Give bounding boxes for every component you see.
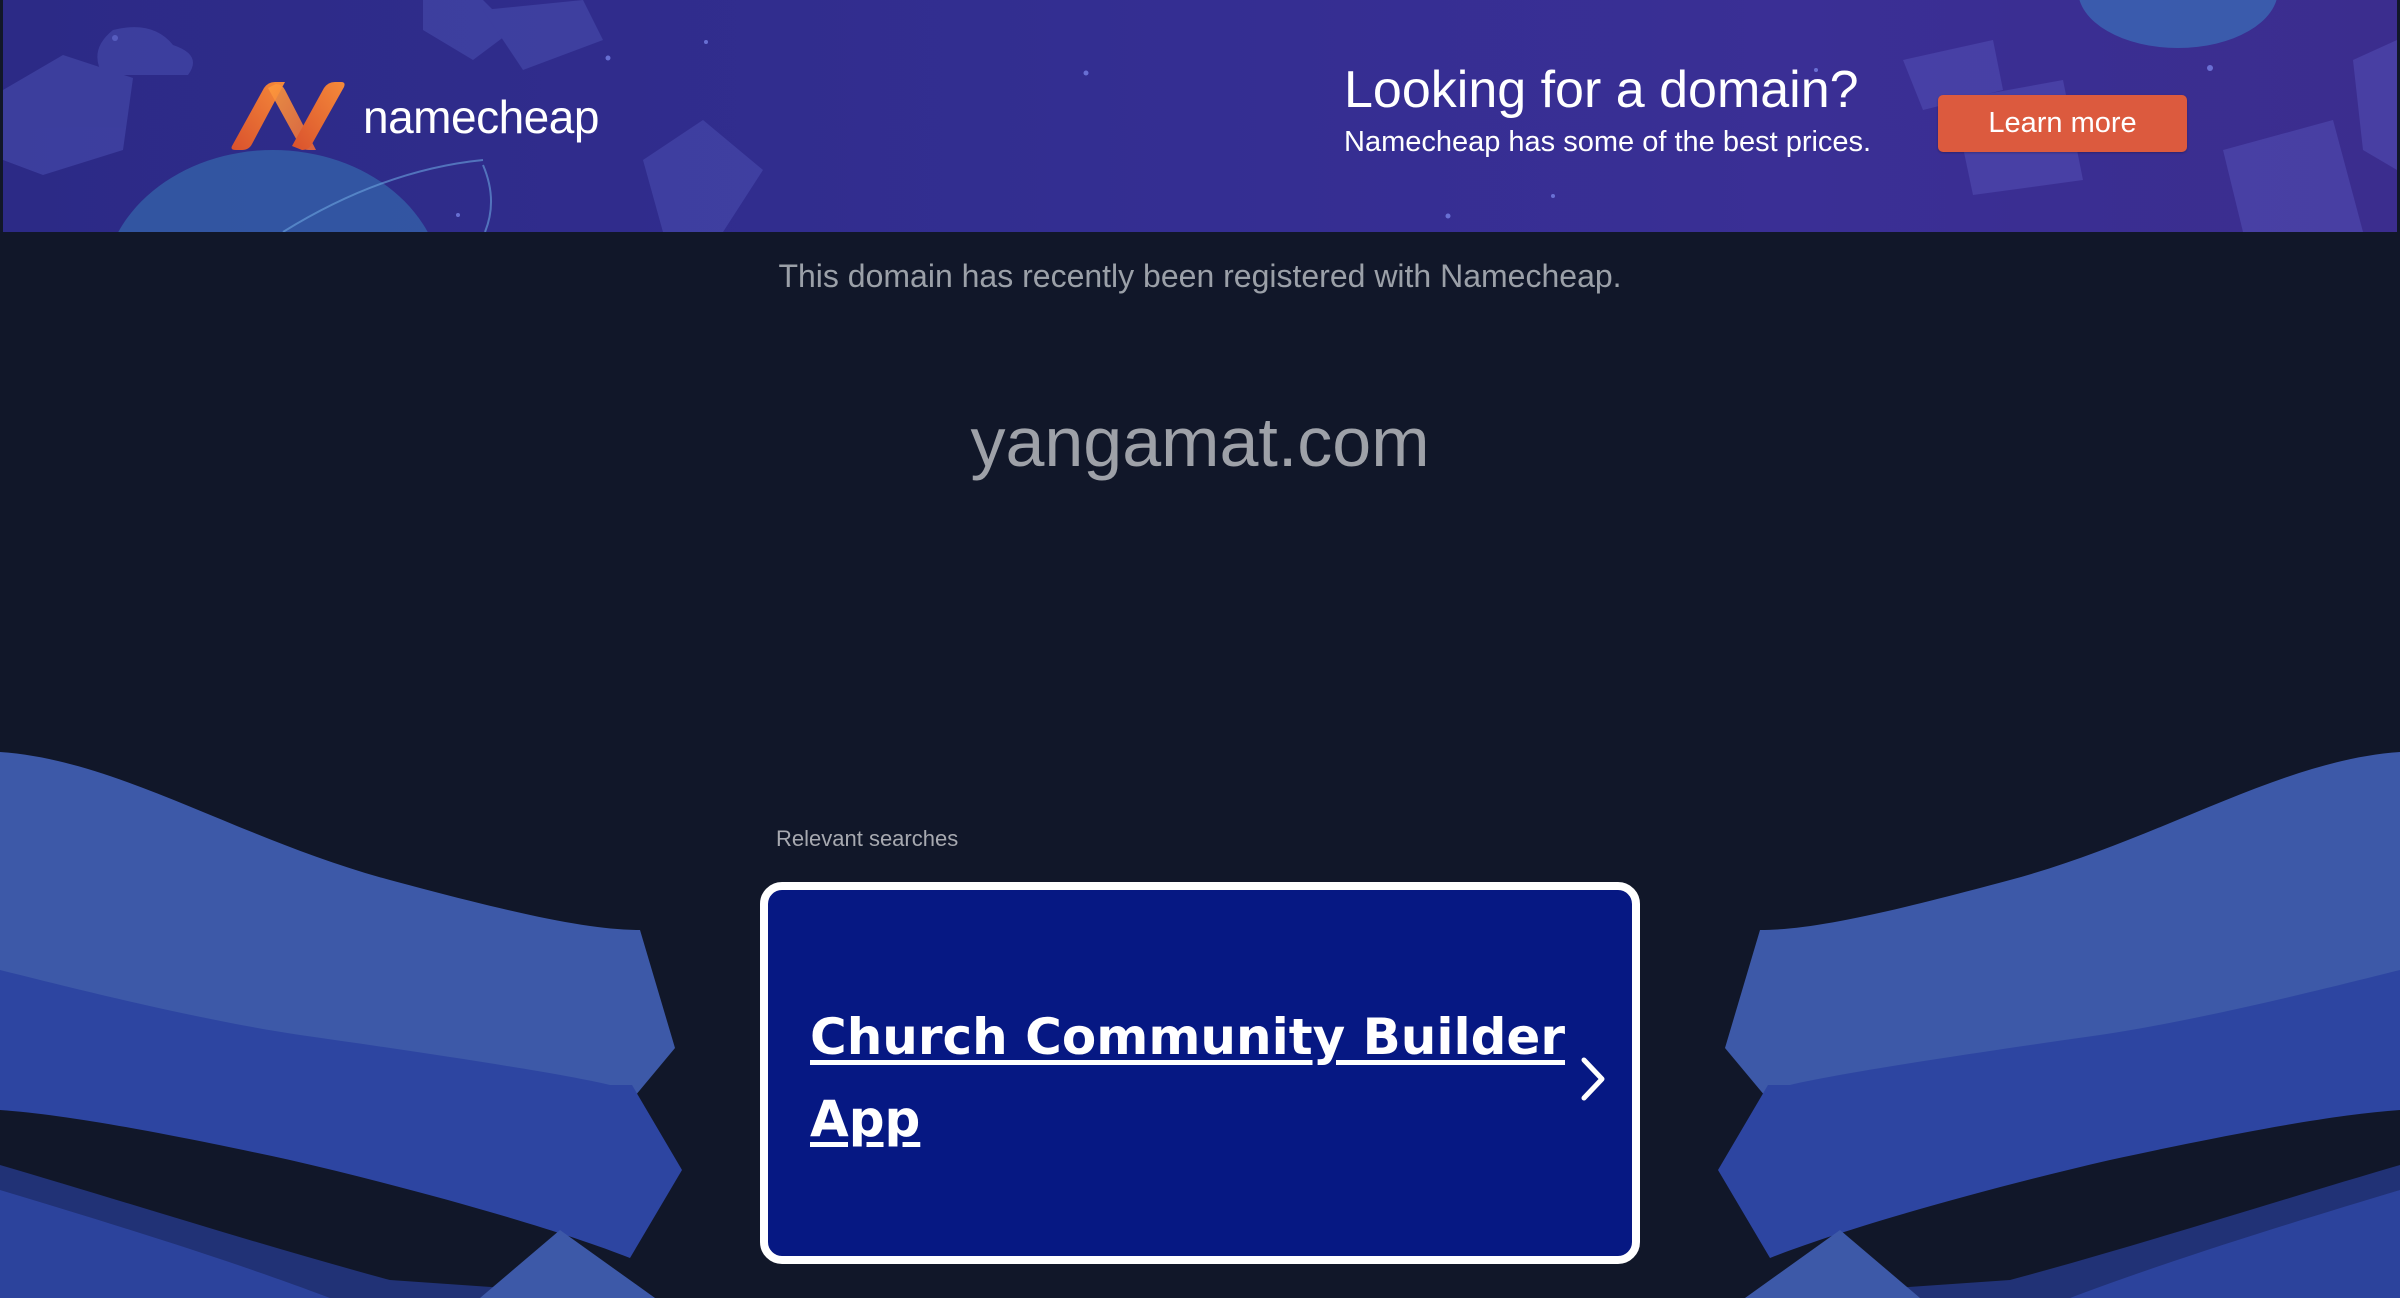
- relevant-search-card[interactable]: Church Community Builder App: [760, 882, 1640, 1264]
- registration-notice: This domain has recently been registered…: [778, 258, 1622, 294]
- promo-headline: Looking for a domain?: [1344, 61, 1859, 119]
- namecheap-logo-icon: [231, 82, 345, 150]
- promo-copy: Looking for a domain? Namecheap has some…: [1344, 60, 1871, 160]
- logo-wordmark: namecheap: [363, 91, 599, 143]
- relevant-searches-label: Relevant searches: [776, 826, 959, 851]
- domain-name: yangamat.com: [970, 403, 1430, 481]
- promo-banner[interactable]: namecheap Looking for a domain? Namechea…: [3, 0, 2397, 232]
- relevant-search-link[interactable]: Church Community Builder App: [810, 996, 1570, 1160]
- learn-more-button[interactable]: Learn more: [1938, 95, 2187, 152]
- promo-subline: Namecheap has some of the best prices.: [1344, 126, 1872, 158]
- namecheap-logo[interactable]: namecheap: [228, 78, 599, 156]
- chevron-right-icon[interactable]: [1576, 1054, 1612, 1104]
